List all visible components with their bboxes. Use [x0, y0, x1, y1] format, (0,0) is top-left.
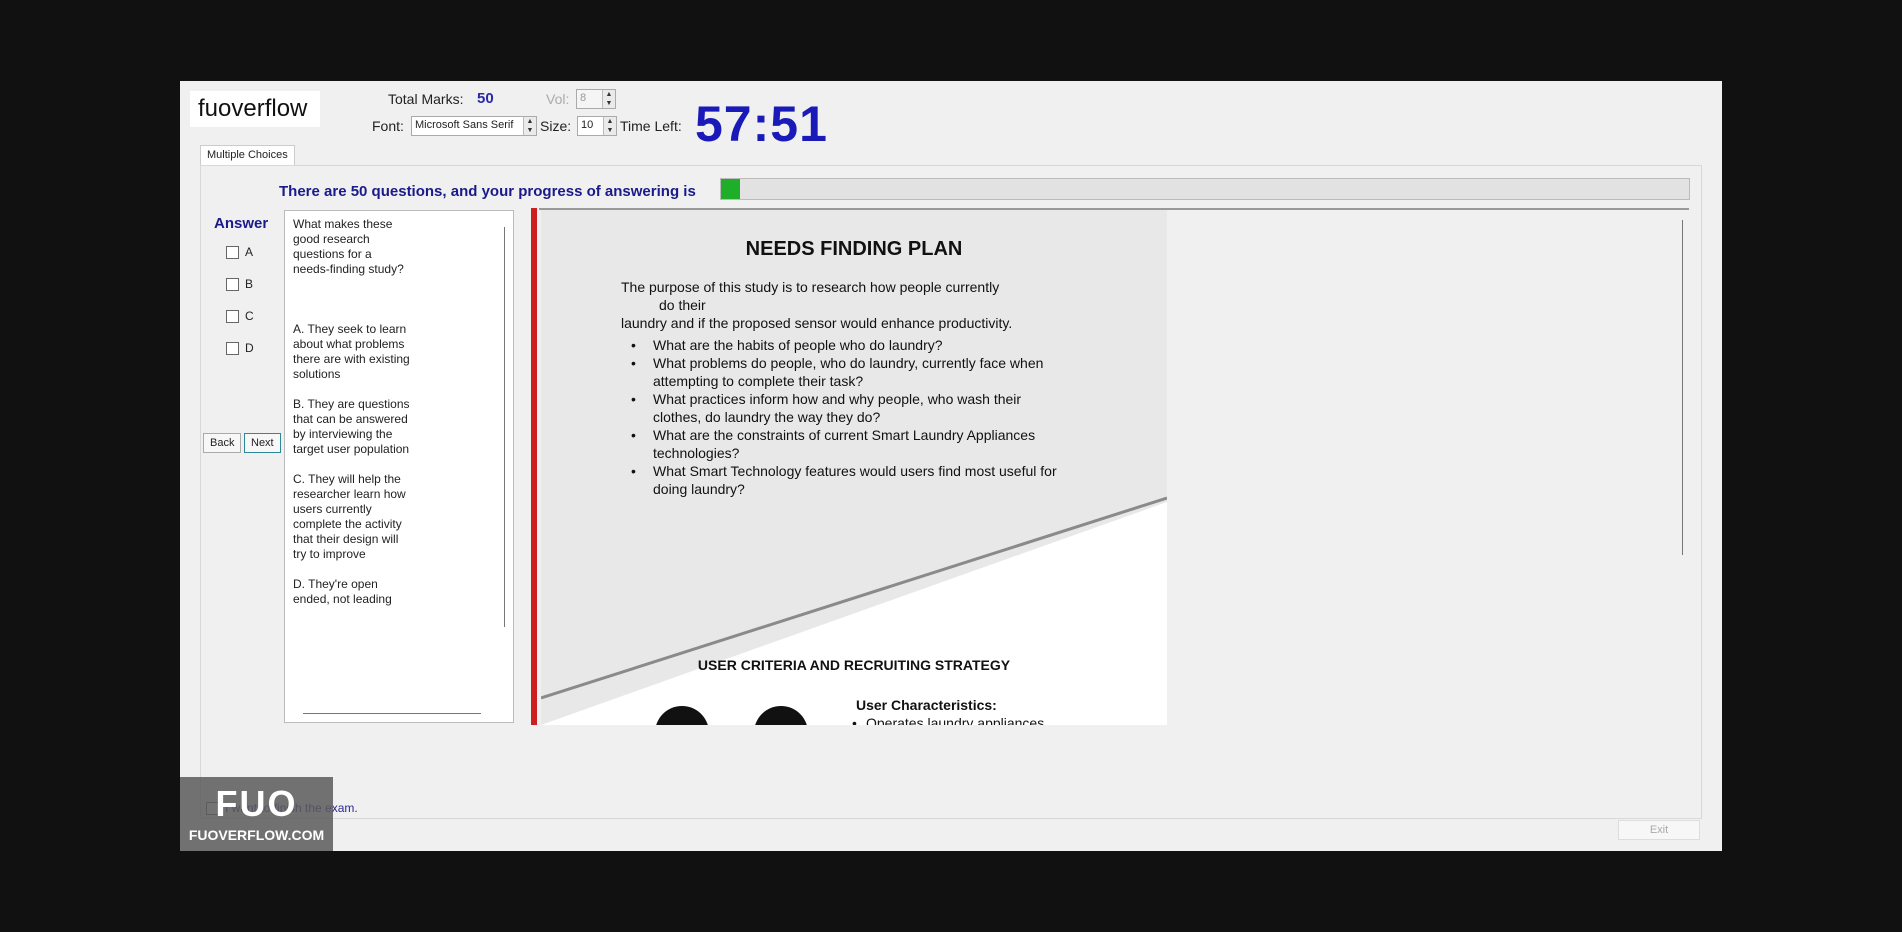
option-a-label: A — [245, 245, 254, 259]
answer-option-a[interactable]: A — [226, 245, 253, 259]
slide-bullet: What Smart Technology features would use… — [631, 462, 1071, 498]
vol-value: 8 — [580, 92, 587, 104]
size-label: Size: — [540, 118, 572, 134]
answer-title: Answer — [214, 215, 269, 232]
slide-title: NEEDS FINDING PLAN — [745, 238, 963, 260]
question-text: What makes these good research questions… — [293, 217, 410, 606]
slide-bullet: What are the constraints of current Smar… — [631, 426, 1071, 462]
answer-option-c[interactable]: C — [226, 309, 254, 323]
question-box[interactable]: What makes these good research questions… — [284, 210, 514, 723]
slide-bullet-list: What are the habits of people who do lau… — [631, 336, 1071, 498]
font-spin-icon[interactable]: ▲ ▼ — [523, 117, 536, 135]
slide-bullet: What are the habits of people who do lau… — [631, 336, 1071, 354]
progress-text: There are 50 questions, and your progres… — [279, 183, 696, 200]
progress-fill — [721, 179, 741, 199]
viewer-vertical-scrollbar[interactable] — [1682, 220, 1683, 555]
next-button[interactable]: Next — [244, 433, 281, 453]
size-spin-icon[interactable]: ▲ ▼ — [603, 117, 616, 135]
slide-purpose-line1: The purpose of this study is to research… — [621, 279, 1000, 295]
exam-window: fuoverflow Total Marks: 50 Vol: 8 ▲ ▼ Fon… — [180, 81, 1722, 851]
splitter-bar[interactable] — [531, 208, 537, 725]
total-marks-value: 50 — [477, 90, 494, 107]
checkbox-a[interactable] — [226, 245, 239, 259]
size-stepper[interactable]: 10 ▲ ▼ — [577, 116, 617, 136]
time-left-label: Time Left: — [620, 118, 682, 134]
checkbox-c[interactable] — [226, 309, 239, 323]
option-d-label: D — [245, 341, 254, 355]
answer-option-d[interactable]: D — [226, 341, 254, 355]
user-characteristics-item: Operates laundry appliances — [852, 715, 1044, 725]
question-horizontal-scrollbar[interactable] — [303, 713, 481, 714]
progress-bar — [720, 178, 1690, 200]
option-c-label: C — [245, 309, 254, 323]
option-b-label: B — [245, 277, 254, 291]
font-label: Font: — [372, 118, 404, 134]
vol-label: Vol: — [546, 91, 570, 107]
countdown-timer: 57:51 — [695, 96, 828, 152]
watermark-big-text: FUO — [215, 783, 298, 824]
slide-purpose: The purpose of this study is to research… — [621, 278, 1051, 332]
watermark-small-text: FUOVERFLOW.COM — [188, 827, 325, 843]
total-marks-label: Total Marks: — [388, 91, 464, 107]
vol-stepper[interactable]: 8 ▲ ▼ — [576, 89, 616, 109]
checkbox-b[interactable] — [226, 277, 239, 291]
slide-subtitle: USER CRITERIA AND RECRUITING STRATEGY — [697, 657, 1011, 673]
brand-label: fuoverflow — [190, 91, 320, 127]
font-select[interactable]: Microsoft Sans Serif ▲ ▼ — [411, 116, 537, 136]
slide-image: NEEDS FINDING PLAN The purpose of this s… — [541, 210, 1167, 725]
answer-option-b[interactable]: B — [226, 277, 253, 291]
exit-button[interactable]: Exit — [1618, 820, 1700, 840]
checkbox-d[interactable] — [226, 341, 239, 355]
size-value: 10 — [581, 119, 594, 131]
watermark-logo: FUO FUOVERFLOW.COM — [180, 777, 333, 851]
slide-purpose-line3: laundry and if the proposed sensor would… — [621, 315, 1013, 331]
font-value: Microsoft Sans Serif — [415, 119, 514, 131]
vol-spin-icon[interactable]: ▲ ▼ — [602, 90, 615, 108]
slide-bullet: What problems do people, who do laundry,… — [631, 354, 1071, 390]
user-characteristics-title: User Characteristics: — [856, 697, 997, 713]
tab-multiple-choices[interactable]: Multiple Choices — [200, 145, 295, 165]
slide-bullet: What practices inform how and why people… — [631, 390, 1071, 426]
question-vertical-scrollbar[interactable] — [504, 227, 505, 627]
back-button[interactable]: Back — [203, 433, 242, 453]
image-viewer[interactable]: NEEDS FINDING PLAN The purpose of this s… — [539, 208, 1689, 725]
slide-purpose-line2: do their — [659, 297, 706, 313]
